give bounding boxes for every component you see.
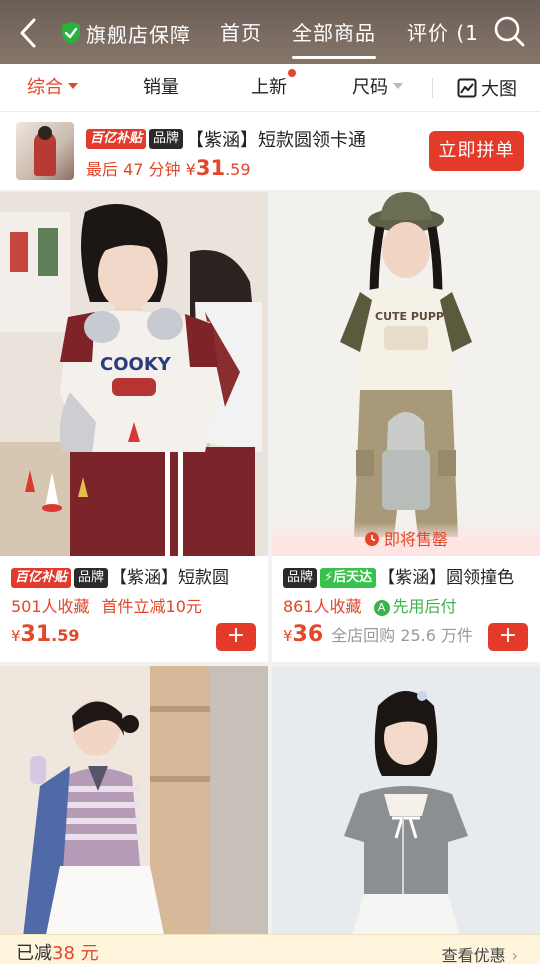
product-image[interactable]: COOKY — [0, 192, 268, 556]
filter-size[interactable]: 尺码 — [352, 76, 403, 100]
pay-later-icon: A — [373, 600, 390, 616]
favorites-count: 501人收藏 — [11, 597, 90, 616]
caret-down-icon — [68, 83, 78, 89]
brand-badge: 品牌 — [283, 568, 318, 588]
price-integer: 31 — [20, 622, 52, 647]
delivery-badge-label: 后天达 — [333, 570, 373, 585]
search-icon[interactable] — [492, 14, 526, 48]
divider — [432, 78, 433, 98]
view-discounts-link[interactable]: 查看优惠 › — [442, 942, 518, 964]
group-buy-product-name: 【紫涵】短款圆领卡通 — [186, 130, 367, 151]
sort-comprehensive[interactable]: 综合 — [27, 76, 78, 100]
pay-later-label: A 先用后付 — [373, 597, 457, 616]
selling-out-badge: 即将售罄 — [272, 522, 540, 556]
product-photo-illustration: CUTE PUPP — [272, 192, 540, 556]
product-info: 百亿补贴 品牌 【紫涵】短款圆 501人收藏 首件立减10元 — [11, 566, 260, 618]
image-view-icon — [457, 78, 477, 98]
product-card[interactable]: CUTE PUPP 即将售罄 品牌 ⚡后天达 【紫涵】圆领撞色 861人收藏 A 先用后… — [272, 192, 540, 662]
price-symbol: ¥ — [185, 160, 196, 179]
store-guarantee[interactable]: 旗舰店保障 — [60, 18, 191, 48]
price-symbol: ¥ — [283, 627, 293, 645]
add-to-cart-button[interactable]: + — [216, 623, 256, 651]
lightning-icon: ⚡ — [324, 570, 334, 585]
sort-comprehensive-label: 综合 — [27, 77, 63, 98]
shield-check-icon — [62, 22, 80, 44]
product-image[interactable] — [272, 666, 540, 964]
join-group-buy-button[interactable]: 立即拼单 — [429, 131, 524, 171]
add-to-cart-button[interactable]: + — [488, 623, 528, 651]
guarantee-label: 旗舰店保障 — [86, 22, 191, 47]
group-buy-banner[interactable]: 百亿补贴 品牌 【紫涵】短款圆领卡通 最后 47 分钟 ¥31.59 立即拼单 — [0, 112, 540, 190]
product-card[interactable] — [272, 666, 540, 964]
product-info: 品牌 ⚡后天达 【紫涵】圆领撞色 861人收藏 A 先用后付 — [283, 566, 532, 618]
thumbnail-figure-head — [38, 126, 52, 140]
product-title: 品牌 ⚡后天达 【紫涵】圆领撞色 — [283, 566, 532, 590]
product-name: 【紫涵】圆领撞色 — [378, 568, 515, 588]
discount-amount: 已减38 元 — [16, 939, 99, 964]
discount-value: 38 元 — [52, 943, 99, 964]
product-image[interactable] — [0, 666, 268, 964]
subsidy-badge: 百亿补贴 — [11, 568, 72, 588]
sort-new-arrivals[interactable]: 上新 — [251, 76, 287, 100]
filter-size-label: 尺码 — [352, 77, 388, 98]
chevron-right-icon: › — [511, 946, 518, 964]
countdown-text: 最后 47 分钟 — [86, 160, 181, 179]
price-integer: 36 — [292, 622, 324, 647]
caret-down-icon — [393, 83, 403, 89]
price-symbol: ¥ — [11, 627, 21, 645]
group-buy-thumbnail — [16, 122, 74, 180]
big-view-toggle[interactable]: 大图 — [457, 76, 517, 100]
product-price: ¥31.59 — [11, 622, 80, 647]
svg-text:CUTE PUPP: CUTE PUPP — [375, 310, 444, 323]
brand-badge: 品牌 — [149, 129, 184, 149]
product-price: ¥36 全店回购 25.6 万件 — [283, 622, 473, 647]
new-indicator-dot — [288, 69, 296, 77]
subsidy-badge: 百亿补贴 — [86, 129, 147, 149]
product-photo-illustration: COOKY — [0, 192, 268, 556]
product-photo-illustration — [272, 666, 540, 964]
product-photo-illustration — [0, 666, 268, 964]
clock-icon — [364, 532, 379, 546]
product-image[interactable]: CUTE PUPP 即将售罄 — [272, 192, 540, 556]
sort-sales[interactable]: 销量 — [143, 76, 179, 100]
product-card[interactable] — [0, 666, 268, 964]
pay-later-text: 先用后付 — [392, 597, 457, 616]
product-meta: 861人收藏 A 先用后付 — [283, 596, 532, 618]
price-decimal: .59 — [51, 626, 80, 645]
product-meta: 501人收藏 首件立减10元 — [11, 596, 260, 618]
top-navigation-bar: 旗舰店保障 首页 全部商品 评价 (1 — [0, 0, 540, 64]
repurchase-count: 全店回购 25.6 万件 — [331, 626, 473, 645]
delivery-badge: ⚡后天达 — [320, 568, 377, 588]
product-title: 百亿补贴 品牌 【紫涵】短款圆 — [11, 566, 260, 590]
view-discounts-label: 查看优惠 — [441, 946, 506, 964]
promo-text: 首件立减10元 — [101, 597, 202, 616]
group-buy-title: 百亿补贴 品牌 【紫涵】短款圆领卡通 — [86, 126, 366, 152]
brand-badge: 品牌 — [74, 568, 109, 588]
back-arrow-icon[interactable] — [14, 14, 44, 52]
price-decimal: .59 — [225, 160, 251, 179]
big-view-label: 大图 — [481, 79, 517, 100]
discount-summary-bar[interactable]: 已减38 元 查看优惠 › — [0, 934, 540, 964]
product-name: 【紫涵】短款圆 — [110, 568, 230, 588]
discount-prefix: 已减 — [16, 943, 52, 964]
tab-all-products[interactable]: 全部商品 — [292, 17, 376, 59]
selling-out-text: 即将售罄 — [383, 530, 448, 549]
group-buy-countdown-price: 最后 47 分钟 ¥31.59 — [86, 156, 251, 180]
svg-text:COOKY: COOKY — [100, 354, 172, 375]
tab-home[interactable]: 首页 — [220, 17, 262, 49]
tab-reviews[interactable]: 评价 (1 — [407, 17, 479, 49]
favorites-count: 861人收藏 — [283, 597, 362, 616]
price-integer: 31 — [195, 156, 226, 180]
product-card[interactable]: COOKY 百亿补贴 品牌 【紫涵】短款圆 501人收藏 首件立减10元 ¥31.59… — [0, 192, 268, 662]
